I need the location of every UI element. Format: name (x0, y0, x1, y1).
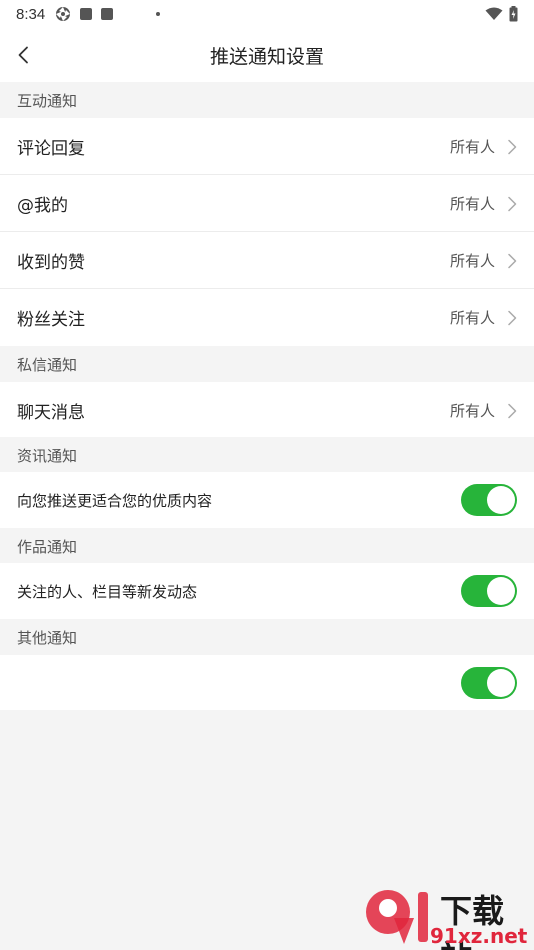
row-value: 所有人 (449, 402, 495, 420)
status-system-icons (485, 6, 518, 22)
section-header-news: 资讯通知 (0, 437, 534, 473)
watermark-domain: 91xz.net (430, 924, 528, 948)
app-header: 推送通知设置 (0, 28, 534, 82)
status-notification-icons (55, 6, 161, 22)
section-title: 资讯通知 (17, 446, 78, 465)
notification-square-icon (80, 8, 93, 20)
battery-icon (509, 6, 518, 22)
section-header-interaction: 互动通知 (0, 82, 534, 118)
other-push-toggle[interactable] (461, 666, 517, 699)
row-value: 所有人 (449, 138, 495, 156)
setting-row-comment-reply[interactable]: 评论回复 所有人 (0, 118, 534, 175)
aperture-icon (56, 7, 71, 21)
chevron-right-icon (507, 403, 517, 419)
section-header-other: 其他通知 (0, 619, 534, 655)
toggle-knob (487, 577, 515, 605)
row-value: 所有人 (449, 309, 495, 327)
row-value: 所有人 (449, 195, 495, 213)
chevron-right-icon (507, 310, 517, 326)
section-header-private-message: 私信通知 (0, 346, 534, 382)
setting-row-new-followers[interactable]: 粉丝关注 所有人 (0, 289, 534, 346)
status-bar: 8:34 (0, 0, 534, 28)
chevron-right-icon (507, 139, 517, 155)
chevron-right-icon (507, 253, 517, 269)
works-push-toggle[interactable] (461, 575, 517, 607)
setting-row-works-push: 关注的人、栏目等新发动态 (0, 563, 534, 619)
back-button[interactable] (8, 40, 38, 70)
page-title: 推送通知设置 (209, 45, 324, 68)
row-label: 关注的人、栏目等新发动态 (17, 582, 198, 601)
chevron-right-icon (507, 196, 517, 212)
row-label: @我的 (17, 196, 68, 216)
section-title: 私信通知 (17, 355, 78, 374)
news-push-toggle[interactable] (461, 484, 517, 516)
chevron-left-icon (18, 46, 28, 64)
row-label: 收到的赞 (17, 253, 85, 273)
toggle-knob (487, 486, 515, 514)
section-title: 其他通知 (17, 628, 78, 647)
section-title: 互动通知 (17, 91, 78, 110)
setting-row-other-push (0, 655, 534, 710)
row-label: 粉丝关注 (17, 310, 85, 330)
section-header-works: 作品通知 (0, 528, 534, 564)
row-label: 评论回复 (17, 139, 85, 159)
notification-square-icon (101, 8, 114, 20)
status-time: 8:34 (16, 5, 46, 23)
wifi-icon (485, 7, 503, 20)
row-value: 所有人 (449, 252, 495, 270)
section-title: 作品通知 (17, 537, 78, 556)
more-notifications-dot-icon (156, 12, 161, 16)
setting-row-news-push: 向您推送更适合您的优质内容 (0, 472, 534, 528)
setting-row-mentions[interactable]: @我的 所有人 (0, 175, 534, 232)
row-label: 向您推送更适合您的优质内容 (17, 491, 213, 510)
setting-row-chat-messages[interactable]: 聊天消息 所有人 (0, 382, 534, 439)
row-label: 聊天消息 (17, 403, 85, 423)
toggle-knob (487, 668, 515, 697)
setting-row-likes-received[interactable]: 收到的赞 所有人 (0, 232, 534, 289)
